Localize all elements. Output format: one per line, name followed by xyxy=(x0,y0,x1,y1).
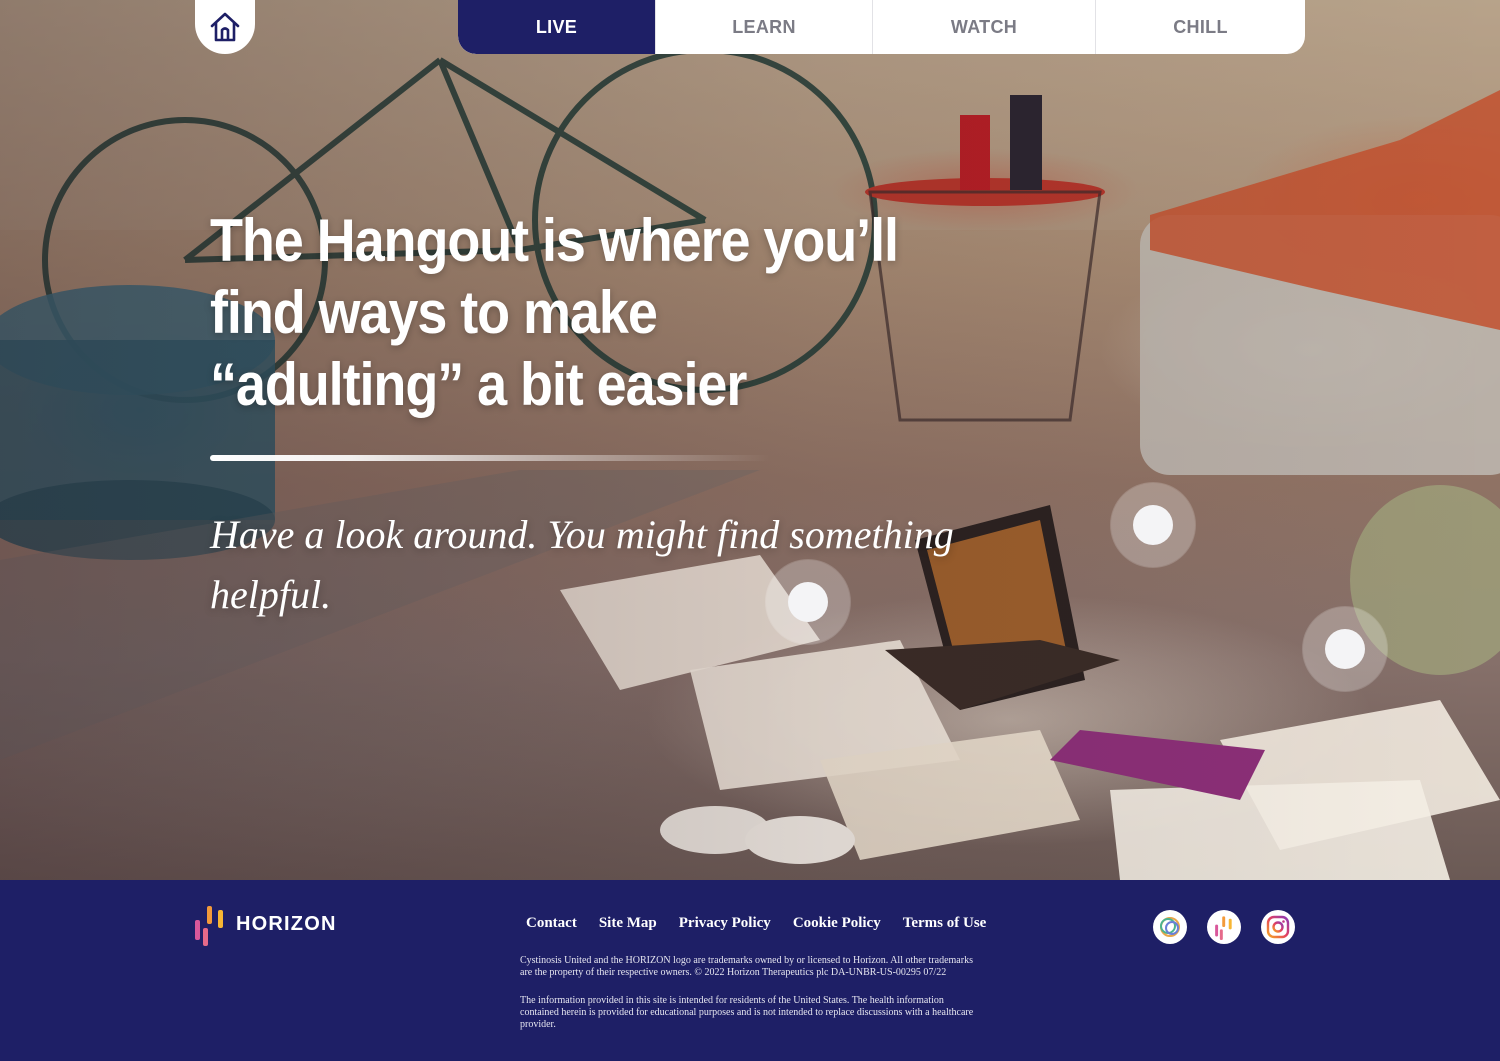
cystinosis-united-icon xyxy=(1160,917,1180,937)
instagram-icon xyxy=(1266,915,1290,939)
instagram-link[interactable] xyxy=(1261,910,1295,944)
terms-of-use-link[interactable]: Terms of Use xyxy=(903,915,987,932)
privacy-policy-link[interactable]: Privacy Policy xyxy=(679,915,771,932)
horizon-logo[interactable]: HORIZON xyxy=(194,902,337,946)
cookie-policy-link[interactable]: Cookie Policy xyxy=(793,915,881,932)
cystinosis-united-link[interactable] xyxy=(1153,910,1187,944)
headline-divider xyxy=(210,455,770,461)
hero-section: The Hangout is where you’ll find ways to… xyxy=(0,0,1500,880)
hotspot-button[interactable] xyxy=(1133,505,1173,545)
horizon-logo-mark-icon xyxy=(195,906,223,946)
trademark-notice: Cystinosis United and the HORIZON logo a… xyxy=(520,955,973,978)
footer-links: Contact Site Map Privacy Policy Cookie P… xyxy=(526,915,1008,932)
logo-text: HORIZON xyxy=(236,912,337,935)
tab-chill[interactable]: CHILL xyxy=(1095,0,1305,54)
main-nav-tabs: LIVE LEARN WATCH CHILL xyxy=(458,0,1305,54)
horizon-icon xyxy=(1215,916,1232,940)
tab-live[interactable]: LIVE xyxy=(458,0,655,54)
footer: HORIZON Contact Site Map Privacy Policy … xyxy=(0,880,1500,1061)
tab-watch[interactable]: WATCH xyxy=(872,0,1095,54)
contact-link[interactable]: Contact xyxy=(526,915,577,932)
hotspot-button[interactable] xyxy=(1325,629,1365,669)
hero-overlay xyxy=(0,0,1500,880)
hero-subheadline: Have a look around. You might find somet… xyxy=(210,512,954,617)
hero-headline: The Hangout is where you’ll find ways to… xyxy=(210,207,899,418)
site-map-link[interactable]: Site Map xyxy=(599,915,657,932)
health-disclaimer: The information provided in this site is… xyxy=(520,995,974,1030)
social-links xyxy=(1153,910,1315,944)
hotspot-button[interactable] xyxy=(788,582,828,622)
home-icon xyxy=(210,12,240,42)
tab-learn[interactable]: LEARN xyxy=(655,0,872,54)
horizon-link[interactable] xyxy=(1207,910,1241,944)
